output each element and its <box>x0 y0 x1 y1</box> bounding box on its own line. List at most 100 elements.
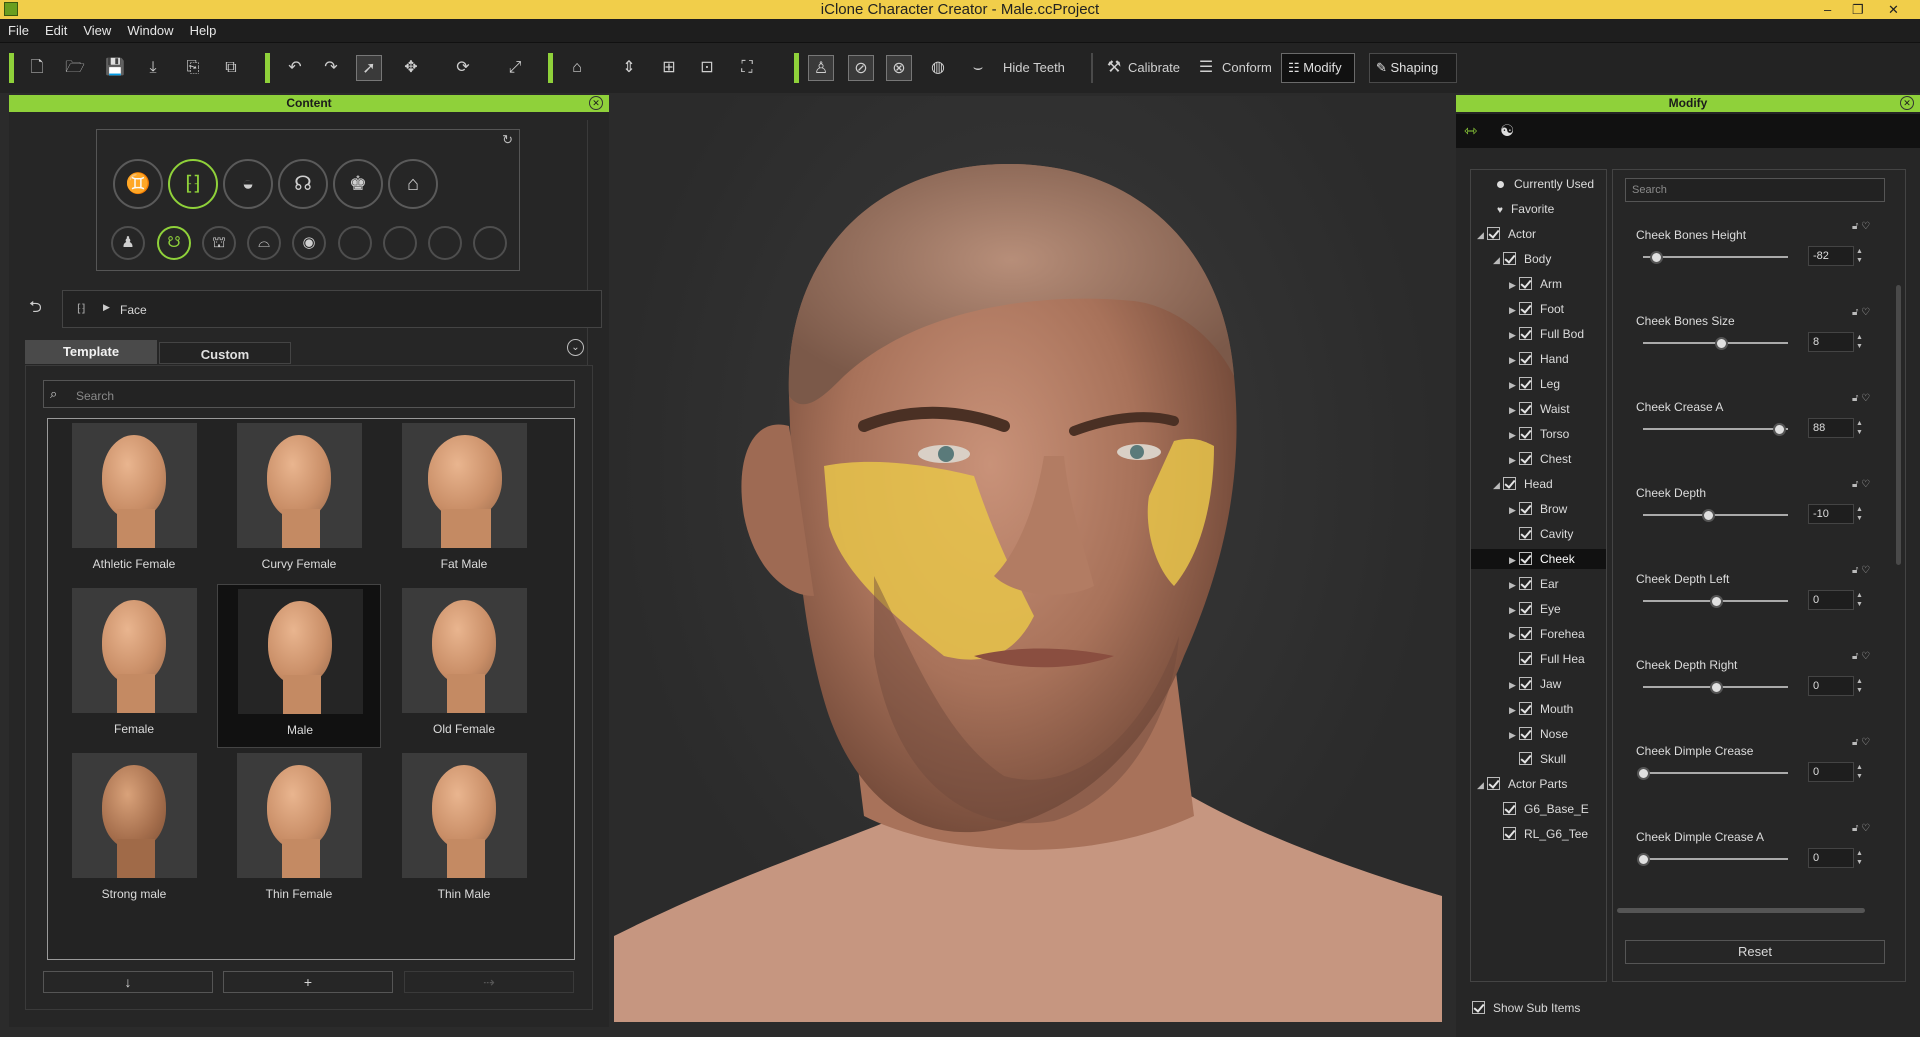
lock-icon[interactable]: 🔓︎ ♡ <box>1852 221 1870 232</box>
template-item[interactable]: Thin Male <box>382 749 546 913</box>
export-fbx-icon[interactable]: ⧉ <box>218 55 244 81</box>
tree-item[interactable]: Currently Used <box>1471 174 1606 194</box>
tree-item[interactable]: ◢ Body <box>1471 249 1606 269</box>
tree-item[interactable]: ▶ Arm <box>1471 274 1606 294</box>
menu-file[interactable]: File <box>0 19 37 43</box>
show-sub-items-checkbox[interactable]: Show Sub Items <box>1472 1001 1580 1015</box>
tree-item[interactable]: ♥ Favorite <box>1471 199 1606 219</box>
close-icon[interactable]: ✕ <box>1888 0 1899 19</box>
undo-icon[interactable]: ↶ <box>282 55 308 81</box>
tree-item[interactable]: ▶ Torso <box>1471 424 1606 444</box>
checkbox-icon[interactable] <box>1519 377 1532 390</box>
redo-icon[interactable]: ↷ <box>318 55 344 81</box>
slider-value-field[interactable]: -10 <box>1808 504 1854 524</box>
checkbox-icon[interactable] <box>1519 402 1532 415</box>
checkbox-icon[interactable] <box>1503 477 1516 490</box>
fit-vertical-icon[interactable]: ⇕ <box>616 55 642 81</box>
lock-icon[interactable]: 🔓︎ ♡ <box>1852 823 1870 834</box>
checkbox-icon[interactable] <box>1519 327 1532 340</box>
lock-icon[interactable]: 🔓︎ ♡ <box>1852 737 1870 748</box>
template-item[interactable]: Thin Female <box>217 749 381 913</box>
slider-value-field[interactable]: 0 <box>1808 762 1854 782</box>
material-tab-icon[interactable]: ☯ <box>1500 121 1514 141</box>
slider-value-field[interactable]: 0 <box>1808 590 1854 610</box>
refresh-icon[interactable]: ↻ <box>502 132 513 148</box>
slider-track[interactable] <box>1643 514 1788 516</box>
hide-body-icon[interactable]: ⊘ <box>848 55 874 81</box>
calibrate-button[interactable]: Calibrate <box>1128 55 1180 81</box>
expand-arrow-icon[interactable]: ▶ <box>1509 700 1519 719</box>
expand-arrow-icon[interactable]: ▶ <box>1509 275 1519 294</box>
expand-arrow-icon[interactable]: ▶ <box>1509 375 1519 394</box>
checkbox-icon[interactable] <box>1519 677 1532 690</box>
template-item[interactable]: Female <box>52 584 216 748</box>
tree-item[interactable]: ▶ Leg <box>1471 374 1606 394</box>
vertical-scrollbar[interactable] <box>1896 285 1901 565</box>
select-arrow-icon[interactable]: ➚ <box>356 55 382 81</box>
slider-knob[interactable] <box>1650 251 1664 264</box>
tree-item[interactable]: ◢ Actor <box>1471 224 1606 244</box>
expand-arrow-icon[interactable]: ▶ <box>1509 575 1519 594</box>
3d-viewport[interactable] <box>614 96 1442 1022</box>
panel-close-icon[interactable]: ✕ <box>1900 96 1914 110</box>
menu-view[interactable]: View <box>75 19 119 43</box>
template-item[interactable]: Fat Male <box>382 419 546 583</box>
expand-arrow-icon[interactable]: ▶ <box>1509 600 1519 619</box>
tree-item[interactable]: Full Hea <box>1471 649 1606 669</box>
template-item-selected[interactable]: Male <box>217 584 381 748</box>
expand-arrow-icon[interactable]: ▶ <box>1509 675 1519 694</box>
tree-item[interactable]: ▶ Eye <box>1471 599 1606 619</box>
checkbox-icon[interactable] <box>1519 302 1532 315</box>
tree-item[interactable]: ◢ Actor Parts <box>1471 774 1606 794</box>
tree-item[interactable]: ▶ Hand <box>1471 349 1606 369</box>
face-sub-icon[interactable]: ☋ <box>157 226 191 260</box>
checkbox-icon[interactable] <box>1519 652 1532 665</box>
tree-item[interactable]: ▶ Ear <box>1471 574 1606 594</box>
tree-item[interactable]: ▶ Jaw <box>1471 674 1606 694</box>
body-morph-icon[interactable]: ♊ <box>113 159 163 209</box>
frame-icon[interactable]: ⛶ <box>734 55 760 81</box>
tree-item[interactable]: ▶ Cheek <box>1471 549 1606 569</box>
slider-knob[interactable] <box>1709 595 1723 608</box>
tree-item[interactable]: ▶ Nose <box>1471 724 1606 744</box>
checkbox-icon[interactable] <box>1519 727 1532 740</box>
cloth-icon[interactable]: ♚ <box>333 159 383 209</box>
scale-icon[interactable]: ⤢ <box>502 55 528 81</box>
minimize-icon[interactable]: – <box>1824 0 1831 19</box>
tab-custom[interactable]: Custom <box>159 342 291 364</box>
checkbox-icon[interactable] <box>1503 827 1516 840</box>
open-folder-icon[interactable]: 🗁 <box>62 55 88 81</box>
checkbox-icon[interactable] <box>1503 802 1516 815</box>
move-icon[interactable]: ✥ <box>398 55 424 81</box>
expand-arrow-icon[interactable]: ▶ <box>1509 325 1519 344</box>
slider-knob[interactable] <box>1637 853 1650 866</box>
modify-button[interactable]: ☷ Modify <box>1281 53 1355 83</box>
slider-value-field[interactable]: 8 <box>1808 332 1854 352</box>
menu-window[interactable]: Window <box>119 19 181 43</box>
lock-icon[interactable]: 🔓︎ ♡ <box>1852 393 1870 404</box>
breadcrumb-face[interactable]: Face <box>120 303 147 317</box>
hair-sub-icon[interactable]: ⛫ <box>202 226 236 260</box>
expand-arrow-icon[interactable]: ▶ <box>1509 400 1519 419</box>
checkbox-icon[interactable] <box>1519 602 1532 615</box>
tree-item[interactable]: Cavity <box>1471 524 1606 544</box>
face-morph-icon[interactable]: ⁅⁆ <box>168 159 218 209</box>
template-item[interactable]: Old Female <box>382 584 546 748</box>
slider-knob[interactable] <box>1715 337 1729 350</box>
collapse-arrow-icon[interactable]: ◢ <box>1493 475 1503 494</box>
menu-help[interactable]: Help <box>182 19 225 43</box>
back-arrow-icon[interactable]: ⮌ <box>29 296 42 323</box>
spinner-icon[interactable]: ▲ ▼ <box>1856 591 1866 609</box>
collapse-arrow-icon[interactable]: ◢ <box>1477 775 1487 794</box>
expand-arrow-icon[interactable]: ▶ <box>1509 350 1519 369</box>
slider-knob[interactable] <box>1702 509 1716 522</box>
reset-button[interactable]: Reset <box>1625 940 1885 964</box>
tree-item[interactable]: ▶ Mouth <box>1471 699 1606 719</box>
spinner-icon[interactable]: ▲ ▼ <box>1856 247 1866 265</box>
expand-arrow-icon[interactable]: ▶ <box>1509 625 1519 644</box>
tree-item[interactable]: ▶ Waist <box>1471 399 1606 419</box>
restore-icon[interactable]: ❐ <box>1852 0 1864 19</box>
full-body-sub-icon[interactable]: ♟ <box>111 226 145 260</box>
slider-knob[interactable] <box>1637 767 1650 780</box>
shaping-button[interactable]: ✎ Shaping <box>1369 53 1457 83</box>
